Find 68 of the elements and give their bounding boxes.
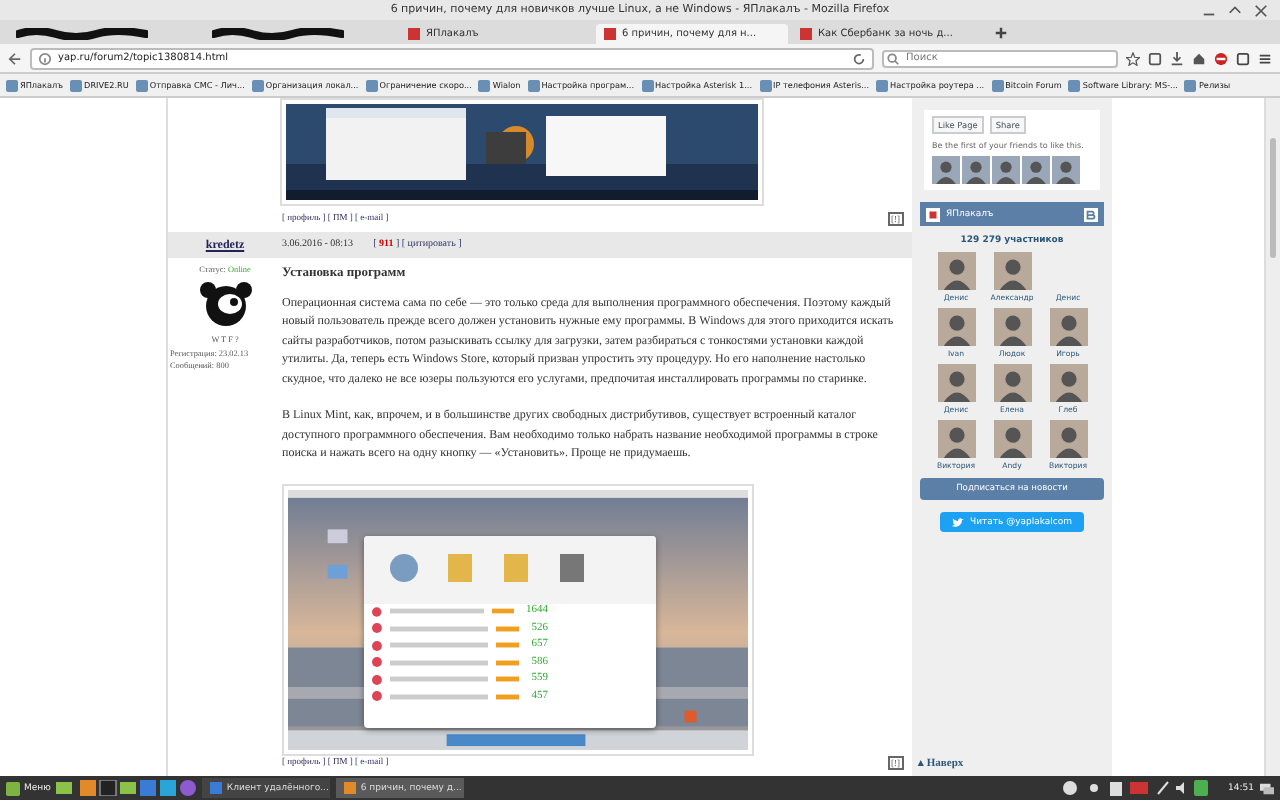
quick-launch-icons-drawing[interactable]	[56, 780, 197, 796]
menu-logo-icon	[6, 781, 20, 795]
bookmark-icon	[1184, 79, 1197, 91]
rating-stars-icon	[491, 608, 514, 615]
avatar	[937, 420, 975, 458]
block-icon[interactable]	[1214, 51, 1228, 65]
bookmark-icon	[527, 79, 540, 91]
avatar	[1049, 420, 1087, 458]
bookmark-icon	[1068, 79, 1081, 91]
avatar	[993, 308, 1031, 346]
back-icon[interactable]	[8, 51, 22, 65]
info-icon	[38, 51, 52, 65]
scrollbar-thumb[interactable]	[1270, 138, 1276, 258]
avatar	[932, 156, 960, 184]
redaction-mark	[212, 28, 344, 40]
favicon-icon	[408, 28, 420, 40]
avatar	[937, 308, 975, 346]
avatar	[993, 252, 1031, 290]
favicon-icon	[604, 28, 616, 40]
bookmark-icon	[759, 79, 771, 91]
reload-icon[interactable]	[852, 51, 866, 65]
new-tab-icon[interactable]	[994, 26, 1008, 40]
description-lines-drawing	[389, 676, 489, 683]
avatar	[992, 156, 1020, 184]
maximize-icon[interactable]	[1228, 4, 1242, 18]
avatar	[1052, 156, 1080, 184]
description-lines-drawing	[389, 642, 489, 649]
favicon-icon	[800, 28, 812, 40]
avatar	[937, 252, 975, 290]
bookmark-icon	[70, 79, 83, 91]
chat-icon[interactable]	[1260, 781, 1274, 795]
bookmark-icon	[135, 79, 148, 91]
avatar	[937, 364, 975, 402]
home-icon[interactable]	[1192, 51, 1206, 65]
vk-icon[interactable]	[1084, 207, 1098, 221]
bookmark-icon	[251, 79, 264, 91]
rating-stars-icon	[496, 676, 520, 683]
description-lines-drawing	[389, 659, 489, 666]
avatar	[1022, 156, 1050, 184]
bookmark-icon	[991, 79, 1004, 91]
logo-icon	[926, 207, 940, 221]
rating-stars-icon	[496, 625, 520, 632]
bookmark-icon	[876, 79, 889, 91]
description-lines-drawing	[389, 693, 489, 700]
bookmark-icon	[365, 79, 378, 91]
redaction-mark	[16, 28, 148, 40]
star-icon[interactable]	[1126, 51, 1140, 65]
description-lines-drawing	[389, 625, 489, 632]
avatar	[1049, 308, 1087, 346]
panda-avatar-icon	[197, 278, 253, 330]
search-icon	[886, 51, 900, 65]
description-lines-drawing	[389, 608, 484, 615]
avatar	[1049, 364, 1087, 402]
bookmark-icon	[6, 79, 18, 91]
bird-icon	[951, 517, 964, 527]
avatar	[993, 364, 1031, 402]
bookmark-icon	[478, 79, 491, 91]
bookmark-icon	[641, 79, 654, 91]
window-icon	[210, 782, 223, 794]
avatar	[993, 420, 1031, 458]
window-icon	[344, 782, 357, 794]
menu-icon[interactable]	[1258, 51, 1272, 65]
rating-stars-icon	[496, 642, 520, 649]
close-icon[interactable]	[1254, 4, 1268, 18]
avatar	[962, 156, 990, 184]
rating-stars-icon	[496, 659, 520, 666]
download-icon[interactable]	[1170, 51, 1184, 65]
rating-stars-icon	[496, 693, 520, 700]
